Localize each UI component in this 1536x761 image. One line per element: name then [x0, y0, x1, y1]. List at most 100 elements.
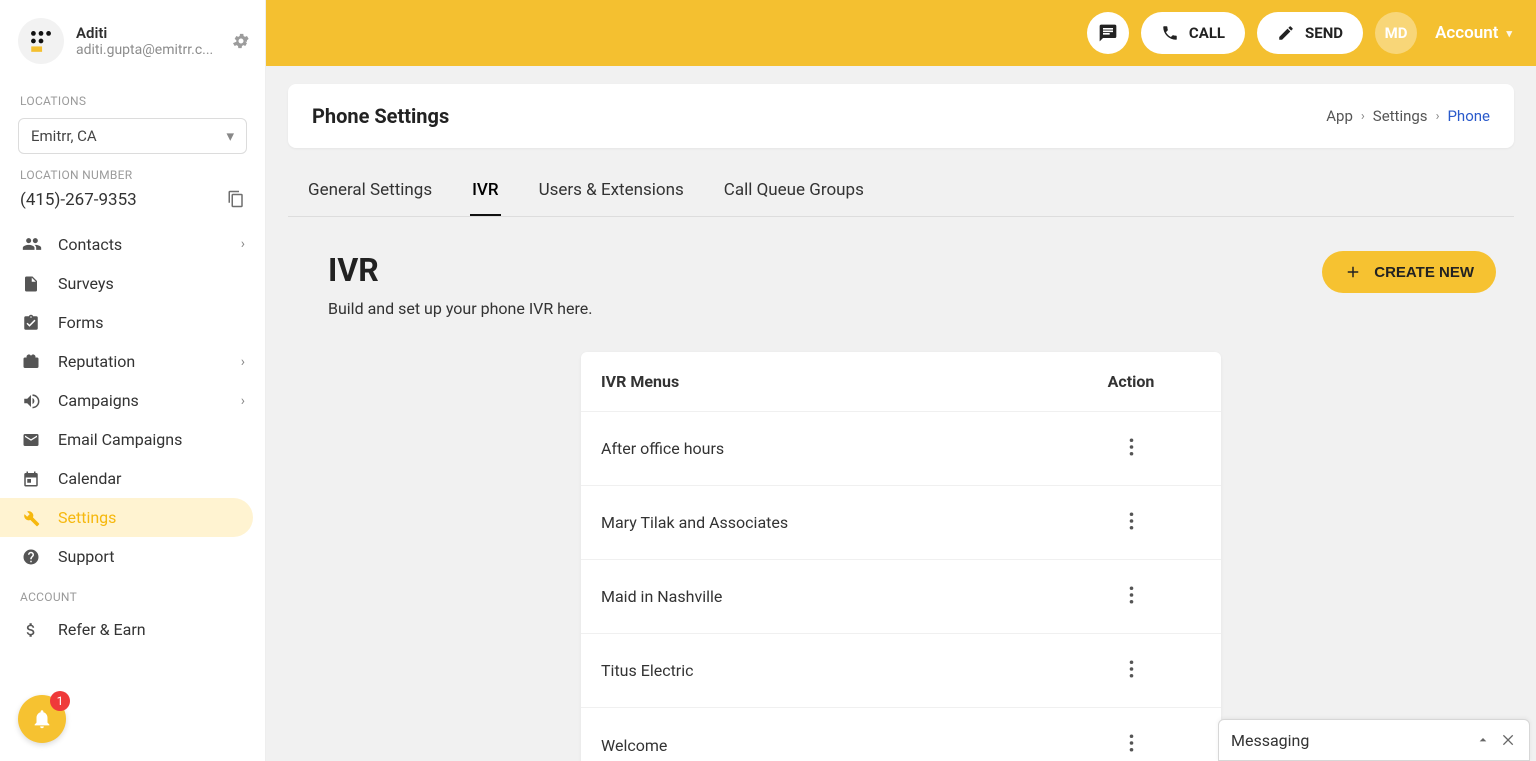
- sidebar-item-reputation[interactable]: Reputation ›: [0, 342, 265, 381]
- chevron-down-icon: ▾: [226, 127, 234, 145]
- ivr-menu-name: Maid in Nashville: [601, 587, 1061, 606]
- chevron-right-icon: ›: [1436, 109, 1440, 124]
- ivr-menu-name: After office hours: [601, 439, 1061, 458]
- sidebar-item-campaigns[interactable]: Campaigns ›: [0, 381, 265, 420]
- kebab-icon[interactable]: [1129, 734, 1134, 752]
- ivr-menu-name: Titus Electric: [601, 661, 1061, 680]
- chat-icon: [1098, 23, 1118, 43]
- breadcrumb-phone[interactable]: Phone: [1447, 107, 1490, 125]
- location-select[interactable]: Emitrr, CA ▾: [18, 118, 247, 154]
- email-icon: [22, 431, 42, 449]
- sidebar-item-label: Settings: [58, 508, 116, 527]
- location-selected-value: Emitrr, CA: [31, 127, 97, 145]
- notifications-button[interactable]: 1: [18, 695, 66, 743]
- ivr-table: IVR Menus Action After office hours Mary…: [581, 352, 1221, 761]
- phone-icon: [1161, 24, 1179, 42]
- kebab-icon[interactable]: [1129, 512, 1134, 530]
- user-name: Aditi: [76, 24, 231, 42]
- sidebar-item-label: Calendar: [58, 469, 121, 488]
- sidebar-item-calendar[interactable]: Calendar: [0, 459, 265, 498]
- send-button[interactable]: SEND: [1257, 12, 1363, 54]
- user-block: Aditi aditi.gupta@emitrr.c...: [0, 14, 265, 80]
- calendar-icon: [22, 470, 42, 488]
- main: CALL SEND MD Account ▾ Phone Settings Ap…: [266, 0, 1536, 761]
- sidebar-item-contacts[interactable]: Contacts ›: [0, 224, 265, 264]
- sidebar-item-surveys[interactable]: Surveys: [0, 264, 265, 303]
- account-label: ACCOUNT: [0, 576, 265, 610]
- breadcrumb-settings[interactable]: Settings: [1373, 107, 1428, 125]
- app-logo: [18, 18, 64, 64]
- col-action: Action: [1061, 372, 1201, 391]
- create-new-label: CREATE NEW: [1374, 264, 1474, 281]
- sidebar-item-email-campaigns[interactable]: Email Campaigns: [0, 420, 265, 459]
- close-icon[interactable]: [1501, 732, 1517, 748]
- sidebar-item-label: Reputation: [58, 352, 135, 371]
- call-button[interactable]: CALL: [1141, 12, 1245, 54]
- sidebar: Aditi aditi.gupta@emitrr.c... LOCATIONS …: [0, 0, 266, 761]
- copy-icon[interactable]: [227, 190, 245, 208]
- col-ivr-menus: IVR Menus: [601, 372, 1061, 391]
- call-label: CALL: [1189, 24, 1225, 42]
- tab-users-extensions[interactable]: Users & Extensions: [537, 168, 686, 216]
- ivr-menu-name: Mary Tilak and Associates: [601, 513, 1061, 532]
- table-row: Mary Tilak and Associates: [581, 486, 1221, 560]
- table-head: IVR Menus Action: [581, 352, 1221, 412]
- reputation-icon: [22, 353, 42, 371]
- messaging-dock[interactable]: Messaging: [1218, 719, 1530, 761]
- chevron-right-icon: ›: [241, 354, 245, 370]
- send-label: SEND: [1305, 24, 1343, 42]
- help-icon: [22, 548, 42, 566]
- tab-general-settings[interactable]: General Settings: [306, 168, 434, 216]
- section-subtitle: Build and set up your phone IVR here.: [328, 299, 592, 318]
- sidebar-nav: Contacts › Surveys Forms Reputation › Ca…: [0, 224, 265, 576]
- content: Phone Settings App › Settings › Phone Ge…: [266, 66, 1536, 761]
- table-row: Welcome: [581, 708, 1221, 761]
- sidebar-item-support[interactable]: Support: [0, 537, 265, 576]
- kebab-icon[interactable]: [1129, 438, 1134, 456]
- breadcrumb-app[interactable]: App: [1326, 107, 1353, 125]
- table-row: Titus Electric: [581, 634, 1221, 708]
- surveys-icon: [22, 275, 42, 293]
- account-label: Account: [1435, 23, 1498, 43]
- topbar: CALL SEND MD Account ▾: [266, 0, 1536, 66]
- table-row: After office hours: [581, 412, 1221, 486]
- contacts-icon: [22, 234, 42, 254]
- notification-badge: 1: [50, 691, 70, 711]
- account-menu[interactable]: Account ▾: [1435, 23, 1512, 43]
- campaigns-icon: [22, 392, 42, 410]
- wrench-icon: [22, 509, 42, 527]
- avatar[interactable]: MD: [1375, 12, 1417, 54]
- tabs: General Settings IVR Users & Extensions …: [288, 168, 1514, 217]
- dock-title: Messaging: [1231, 731, 1465, 750]
- sidebar-item-label: Contacts: [58, 235, 122, 254]
- create-new-button[interactable]: CREATE NEW: [1322, 251, 1496, 293]
- user-email: aditi.gupta@emitrr.c...: [76, 42, 231, 58]
- expand-icon[interactable]: [1475, 732, 1491, 748]
- forms-icon: [22, 314, 42, 332]
- chevron-right-icon: ›: [1361, 109, 1365, 124]
- locations-label: LOCATIONS: [0, 80, 265, 114]
- chevron-right-icon: ›: [241, 236, 245, 252]
- chevron-down-icon: ▾: [1506, 27, 1512, 40]
- sidebar-item-label: Surveys: [58, 274, 114, 293]
- sidebar-item-label: Forms: [58, 313, 104, 332]
- sidebar-item-settings[interactable]: Settings: [0, 498, 253, 537]
- pencil-icon: [1277, 24, 1295, 42]
- section-title: IVR: [328, 251, 592, 289]
- kebab-icon[interactable]: [1129, 586, 1134, 604]
- plus-icon: [1344, 263, 1362, 281]
- gear-icon[interactable]: [231, 31, 251, 51]
- sidebar-item-label: Support: [58, 547, 114, 566]
- tab-ivr[interactable]: IVR: [470, 168, 501, 216]
- messages-button[interactable]: [1087, 12, 1129, 54]
- sidebar-item-refer[interactable]: Refer & Earn: [0, 610, 265, 649]
- table-row: Maid in Nashville: [581, 560, 1221, 634]
- dollar-icon: [22, 621, 42, 639]
- page-header: Phone Settings App › Settings › Phone: [288, 84, 1514, 148]
- tab-call-queue-groups[interactable]: Call Queue Groups: [722, 168, 866, 216]
- page-title: Phone Settings: [312, 104, 449, 128]
- chevron-right-icon: ›: [241, 393, 245, 409]
- section-head: IVR Build and set up your phone IVR here…: [328, 251, 1496, 318]
- kebab-icon[interactable]: [1129, 660, 1134, 678]
- sidebar-item-forms[interactable]: Forms: [0, 303, 265, 342]
